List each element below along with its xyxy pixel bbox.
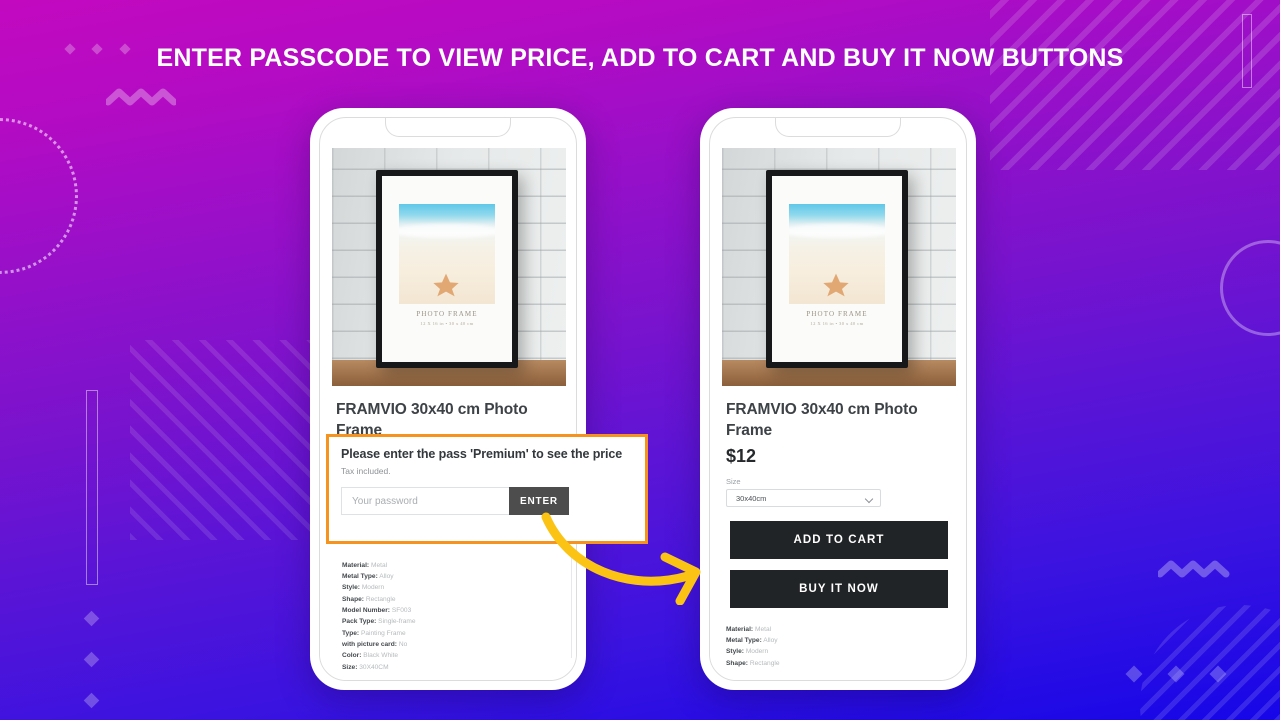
phone-screen-bezel-right: PHOTO FRAME 12 X 16 in • 30 x 40 cm FRAM…: [709, 117, 967, 681]
spec-row: Type: Painting Frame: [342, 628, 562, 639]
spec-row: Size: 30X40CM: [342, 662, 562, 673]
page-title: ENTER PASSCODE TO VIEW PRICE, ADD TO CAR…: [156, 44, 1124, 72]
buy-it-now-button[interactable]: BUY IT NOW: [730, 569, 948, 608]
password-input[interactable]: [341, 487, 509, 515]
spec-label: Shape:: [726, 659, 748, 667]
spec-value: Rectangle: [365, 595, 396, 603]
diamond-bottom-3: [1209, 665, 1227, 683]
spec-row: Model Number: SF003: [342, 605, 562, 616]
spec-label: Metal Type:: [726, 637, 762, 645]
product-image-left: PHOTO FRAME 12 X 16 in • 30 x 40 cm: [332, 148, 566, 386]
product-image-right: PHOTO FRAME 12 X 16 in • 30 x 40 cm: [722, 148, 956, 386]
spec-row: Style: Modern: [726, 646, 952, 657]
beach-print: [789, 204, 885, 304]
dotted-circle-left: [0, 118, 78, 274]
add-to-cart-button[interactable]: ADD TO CART: [730, 520, 948, 559]
spec-label: Type:: [342, 629, 360, 637]
photo-frame: PHOTO FRAME 12 X 16 in • 30 x 40 cm: [376, 170, 518, 368]
spec-value: 30X40CM: [359, 663, 389, 671]
circle-outline-right: [1220, 240, 1280, 336]
spec-label: Style:: [342, 584, 360, 592]
spec-label: Style:: [726, 648, 744, 656]
spec-value: Rectangle: [749, 659, 780, 667]
spec-list-right: Material: Metal Metal Type: Alloy Style:…: [710, 624, 966, 669]
phone-notch-left: [385, 118, 511, 137]
flow-arrow-icon: [541, 512, 701, 605]
promo-banner: ENTER PASSCODE TO VIEW PRICE, ADD TO CAR…: [0, 0, 1280, 720]
spec-label: Material:: [342, 561, 370, 569]
spec-value: Painting Frame: [360, 629, 406, 637]
diamond-bottom-1: [1125, 665, 1143, 683]
diagonal-stripes-top-right: [990, 0, 1280, 170]
passcode-message: Please enter the pass 'Premium' to see t…: [341, 447, 623, 461]
rect-outline-left: [86, 390, 98, 585]
size-select[interactable]: 30x40cm: [726, 488, 881, 507]
diamond-left-2: [83, 651, 100, 668]
print-caption-sub: 12 X 16 in • 30 x 40 cm: [810, 321, 864, 326]
spec-value: Modern: [361, 584, 385, 592]
diamond-left-1: [83, 610, 100, 627]
chevron-down-icon: [864, 494, 874, 504]
product-title-right: FRAMVIO 30x40 cm Photo Frame: [726, 401, 918, 439]
print-caption-title: PHOTO FRAME: [806, 310, 868, 318]
spec-label: with picture card:: [342, 640, 397, 648]
size-label: Size: [726, 476, 741, 486]
frame-mat: PHOTO FRAME 12 X 16 in • 30 x 40 cm: [382, 176, 512, 362]
wave-foam: [399, 224, 495, 238]
beach-print: [399, 204, 495, 304]
spec-value: Alloy: [763, 637, 778, 645]
phone-mockup-right: PHOTO FRAME 12 X 16 in • 30 x 40 cm FRAM…: [700, 108, 976, 690]
striped-circle-bottom-right: [1140, 605, 1280, 720]
frame-mat: PHOTO FRAME 12 X 16 in • 30 x 40 cm: [772, 176, 902, 362]
spec-label: Pack Type:: [342, 618, 377, 626]
spec-row: with picture card: No: [342, 639, 562, 650]
spec-label: Color:: [342, 652, 362, 660]
spec-label: Material:: [726, 625, 754, 633]
phone-notch-right: [775, 118, 901, 137]
spec-row: Color: Black White: [342, 650, 562, 661]
spec-value: Modern: [745, 648, 769, 656]
spec-label: Metal Type:: [342, 573, 378, 581]
spec-value: Metal: [754, 625, 772, 633]
spec-value: Single-frame: [378, 618, 416, 626]
spec-value: Alloy: [379, 573, 394, 581]
zigzag-bottom-right: [1158, 560, 1230, 578]
product-price: $12: [726, 445, 757, 466]
spec-row: Shape: Rectangle: [726, 658, 952, 669]
product-info-right: FRAMVIO 30x40 cm Photo Frame $12 Size 30…: [710, 386, 966, 507]
tax-note: Tax included.: [341, 466, 391, 476]
diamond-bottom-2: [1167, 665, 1185, 683]
spec-row: Metal Type: Alloy: [726, 635, 952, 646]
spec-value: Metal: [370, 561, 388, 569]
spec-value: SF003: [391, 607, 412, 615]
spec-value: No: [398, 640, 408, 648]
starfish-icon: [823, 273, 849, 297]
print-caption-sub: 12 X 16 in • 30 x 40 cm: [420, 321, 474, 326]
size-select-value: 30x40cm: [736, 493, 767, 503]
spec-row: Pack Type: Single-frame: [342, 616, 562, 627]
spec-value: Black White: [363, 652, 399, 660]
product-page-right: PHOTO FRAME 12 X 16 in • 30 x 40 cm FRAM…: [710, 148, 966, 680]
spec-label: Size:: [342, 663, 358, 671]
photo-frame: PHOTO FRAME 12 X 16 in • 30 x 40 cm: [766, 170, 908, 368]
zigzag-top-left: [106, 88, 176, 106]
starfish-icon: [433, 273, 459, 297]
wave-foam: [789, 224, 885, 238]
print-caption-title: PHOTO FRAME: [416, 310, 478, 318]
spec-label: Shape:: [342, 595, 364, 603]
diamond-left-3: [83, 692, 100, 709]
spec-row: Material: Metal: [726, 624, 952, 635]
spec-label: Model Number:: [342, 607, 390, 615]
